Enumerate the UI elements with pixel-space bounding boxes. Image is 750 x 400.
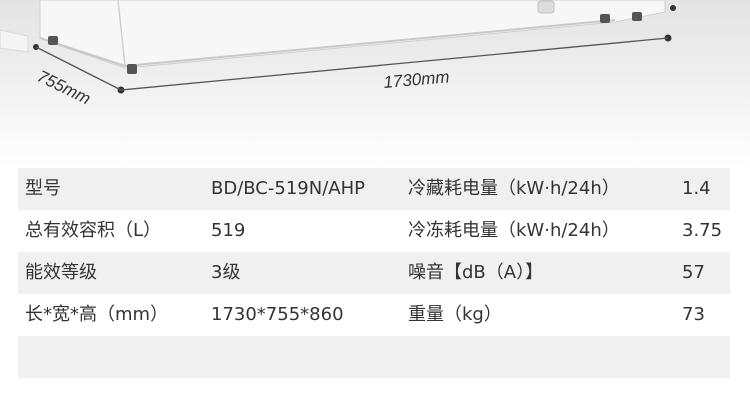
freezer-illustration: 1730mm 755mm [0,0,676,109]
spec-label: 能效等级 [25,262,97,283]
spec-row: 型号 BD/BC-519N/AHP 冷藏耗电量（kW·h/24h） 1.4 [18,168,730,210]
spec-label: 冷藏耗电量（kW·h/24h） [408,178,620,199]
freezer-body [39,0,666,69]
spec-label: 重量（kg） [408,304,502,325]
spec-row-empty [18,336,730,378]
spec-row: 总有效容积（L） 519 冷冻耗电量（kW·h/24h） 3.75 [18,210,730,252]
spec-label: 噪音【dB（A）】 [408,262,544,283]
width-dimension-label: 1730mm [383,67,451,92]
spec-value: 57 [682,262,705,283]
spec-table: 型号 BD/BC-519N/AHP 冷藏耗电量（kW·h/24h） 1.4 总有… [18,168,730,378]
spec-value: 1730*755*860 [211,304,344,325]
spec-value: 1.4 [682,178,711,199]
product-photo: 1730mm 755mm [0,0,750,168]
spec-value: 519 [211,220,246,241]
spec-label: 长*宽*高（mm） [25,304,169,325]
depth-dimension-label: 755mm [34,67,93,109]
spec-row: 长*宽*高（mm） 1730*755*860 重量（kg） 73 [18,294,730,336]
spec-label: 冷冻耗电量（kW·h/24h） [408,220,620,241]
spec-value: 3级 [211,262,241,283]
spec-label: 总有效容积（L） [25,220,162,241]
spec-value: BD/BC-519N/AHP [211,178,365,199]
spec-row: 能效等级 3级 噪音【dB（A）】 57 [18,252,730,294]
spec-label: 型号 [25,178,61,199]
spec-value: 73 [682,304,705,325]
spec-value: 3.75 [682,220,723,241]
